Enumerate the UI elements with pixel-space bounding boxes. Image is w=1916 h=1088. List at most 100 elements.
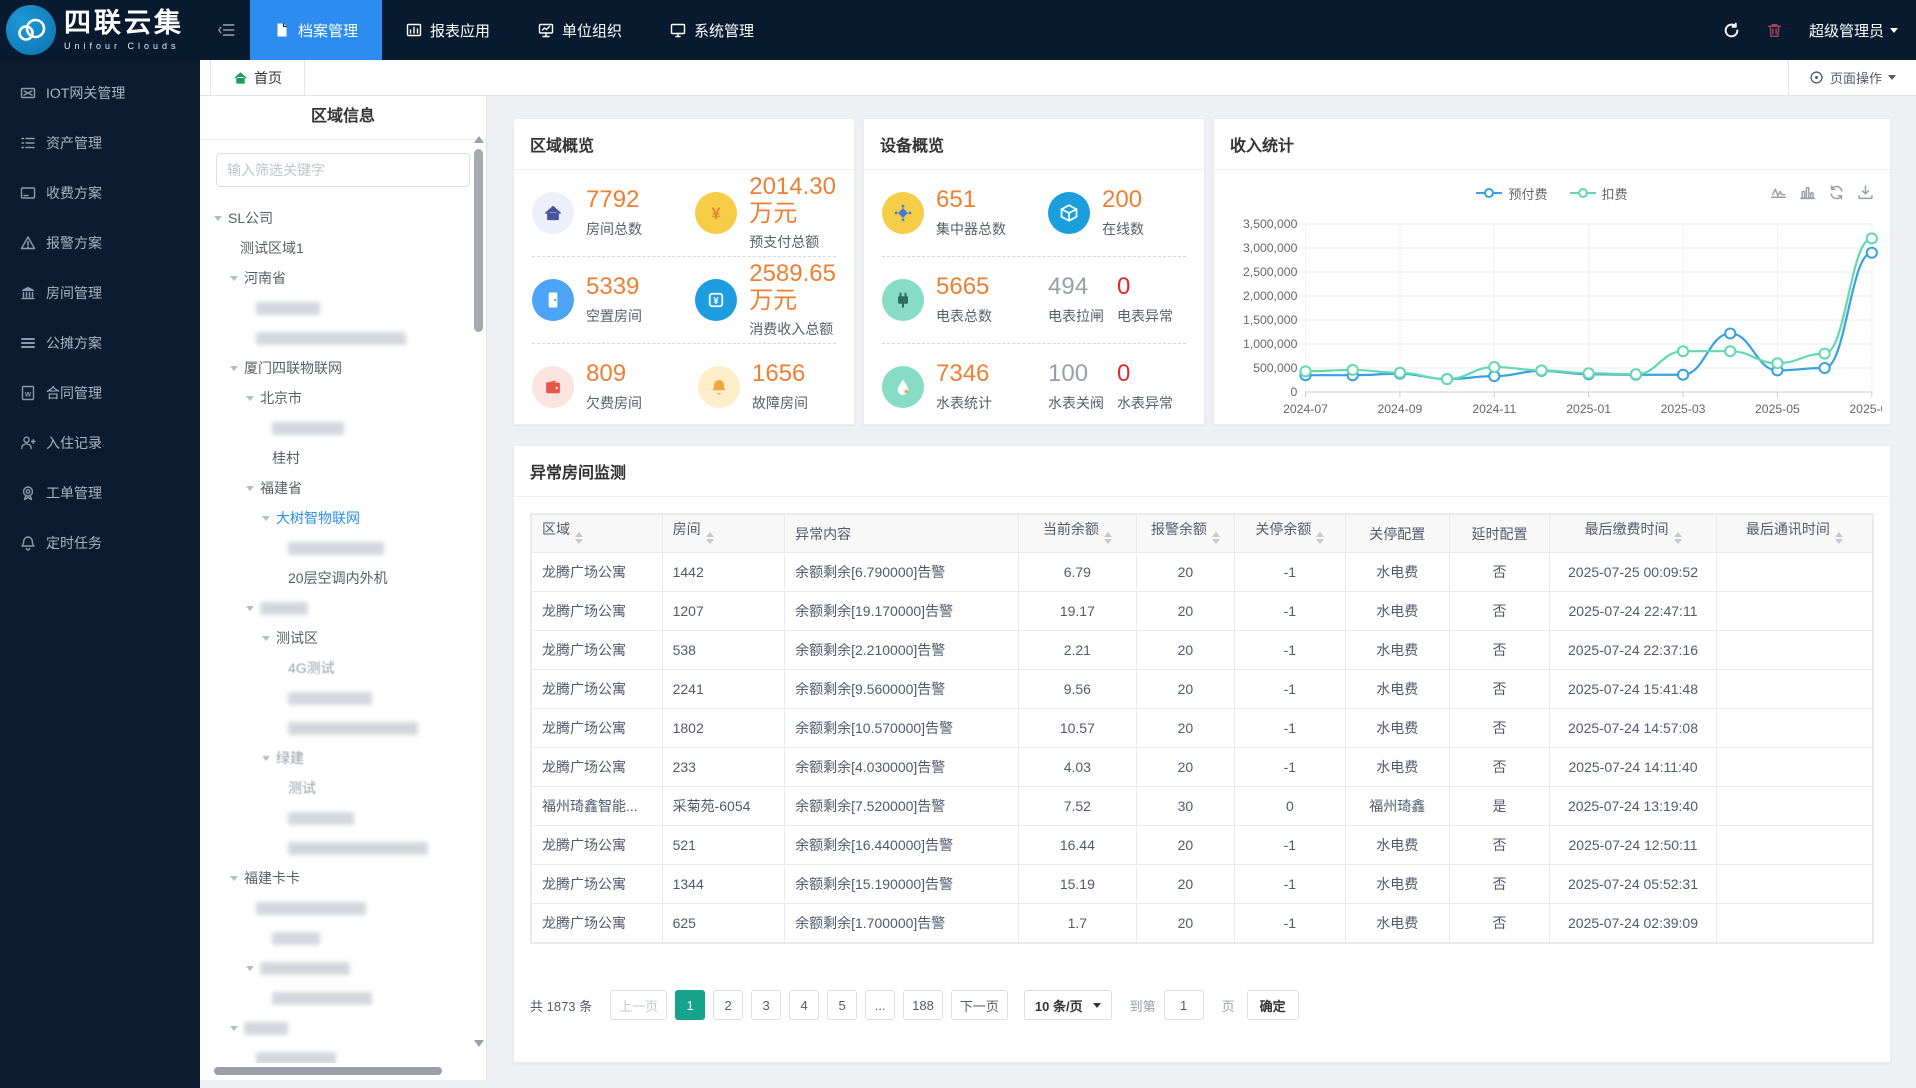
tree-caret-icon[interactable] — [246, 486, 254, 495]
column-header[interactable]: 最后缴费时间 — [1549, 514, 1717, 553]
refresh-icon[interactable] — [1723, 22, 1740, 39]
user-menu[interactable]: 超级管理员 — [1809, 20, 1898, 41]
table-row[interactable]: 龙腾广场公寓 1344 余额剩余[15.190000]告警 15.19 20 -1 水电费否… — [531, 864, 1874, 904]
confirm-button[interactable]: 确定 — [1246, 990, 1299, 1020]
tree-filter-input[interactable] — [216, 153, 470, 187]
next-page-button[interactable]: 下一页 — [950, 990, 1008, 1020]
tree-horizontal-scrollbar[interactable] — [214, 1067, 442, 1075]
sidebar-item[interactable]: 定时任务 — [0, 518, 200, 568]
table-row[interactable]: 龙腾广场公寓 2241 余额剩余[9.560000]告警 9.56 20 -1 水电费否 20… — [531, 669, 1874, 709]
nav-tab-3[interactable]: 单位组织 — [514, 0, 646, 60]
sidebar-item[interactable]: 入住记录 — [0, 418, 200, 468]
tree-item[interactable]: 测试区域1 — [200, 233, 486, 263]
column-header[interactable]: 当前余额 — [1017, 514, 1137, 553]
column-header[interactable]: 区域 — [531, 514, 663, 553]
sidebar-item[interactable]: 公摊方案 — [0, 318, 200, 368]
table-row[interactable]: 龙腾广场公寓 625 余额剩余[1.700000]告警 1.7 20 -1 水电费否 2025… — [531, 903, 1874, 943]
sidebar-item[interactable]: 工单管理 — [0, 468, 200, 518]
tree-item-redacted[interactable] — [200, 833, 486, 863]
table-row[interactable]: 龙腾广场公寓 1802 余额剩余[10.570000]告警 10.57 20 -1 水电费否… — [531, 708, 1874, 748]
sort-icon[interactable] — [1211, 528, 1220, 548]
page-ellipsis[interactable]: ... — [865, 990, 896, 1020]
tree-item-redacted[interactable] — [200, 533, 486, 563]
tree-item[interactable]: 绿建 — [200, 743, 486, 773]
tree-item-redacted[interactable] — [200, 953, 486, 983]
tree-item[interactable]: 4G测试 — [200, 653, 486, 683]
tree-caret-icon[interactable] — [230, 276, 238, 285]
table-row[interactable]: 龙腾广场公寓 1442 余额剩余[6.790000]告警 6.79 20 -1 水电费否 20… — [531, 552, 1874, 592]
tree-item-redacted[interactable] — [200, 293, 486, 323]
nav-tab-2[interactable]: 报表应用 — [382, 0, 514, 60]
column-header[interactable]: 关停余额 — [1233, 514, 1346, 553]
pulse-icon[interactable] — [1770, 184, 1787, 201]
sort-icon[interactable] — [1103, 528, 1112, 548]
page-button-5[interactable]: 5 — [827, 990, 858, 1020]
sidebar-item[interactable]: 报警方案 — [0, 218, 200, 268]
scroll-down-arrow-icon[interactable] — [474, 1040, 484, 1052]
page-button-188[interactable]: 188 — [903, 990, 943, 1020]
sort-icon[interactable] — [1673, 528, 1682, 548]
tree-caret-icon[interactable] — [230, 366, 238, 375]
sort-icon[interactable] — [705, 528, 714, 548]
tree-item-redacted[interactable] — [200, 1043, 486, 1063]
tree-vertical-scrollbar[interactable] — [474, 131, 484, 1052]
goto-page-input[interactable] — [1163, 990, 1204, 1020]
tree-item-redacted[interactable] — [200, 893, 486, 923]
table-row[interactable]: 龙腾广场公寓 1207 余额剩余[19.170000]告警 19.17 20 -1 水电费否… — [531, 591, 1874, 631]
page-button-1[interactable]: 1 — [675, 990, 706, 1020]
collapse-sidebar-icon[interactable] — [218, 21, 236, 39]
tree-item[interactable]: 厦门四联物联网 — [200, 353, 486, 383]
legend-item[interactable]: 扣费 — [1569, 184, 1628, 203]
tree-item[interactable]: 桂村 — [200, 443, 486, 473]
tree-caret-icon[interactable] — [230, 1026, 238, 1035]
sort-icon[interactable] — [1834, 528, 1843, 548]
table-row[interactable]: 福州琦鑫智能... 采菊苑-6054 余额剩余[7.520000]告警 7.52 30 0… — [531, 786, 1874, 826]
tree-item[interactable]: SL公司 — [200, 203, 486, 233]
tree-caret-icon[interactable] — [230, 876, 238, 885]
table-row[interactable]: 龙腾广场公寓 538 余额剩余[2.210000]告警 2.21 20 -1 水电费否 202… — [531, 630, 1874, 670]
page-button-4[interactable]: 4 — [789, 990, 820, 1020]
column-header[interactable]: 房间 — [661, 514, 786, 553]
tree-item-redacted[interactable] — [200, 413, 486, 443]
sidebar-item[interactable]: w 合同管理 — [0, 368, 200, 418]
tree-caret-icon[interactable] — [262, 756, 270, 765]
trash-icon[interactable] — [1766, 22, 1783, 39]
bars-icon[interactable] — [1799, 184, 1816, 201]
tree-caret-icon[interactable] — [246, 606, 254, 615]
tree-item-redacted[interactable] — [200, 323, 486, 353]
sidebar-item[interactable]: IOT网关管理 — [0, 68, 200, 118]
legend-item[interactable]: 预付费 — [1476, 184, 1548, 203]
sidebar-item[interactable]: 房间管理 — [0, 268, 200, 318]
tree-item[interactable]: 测试区 — [200, 623, 486, 653]
tree-item-redacted[interactable] — [200, 593, 486, 623]
sort-icon[interactable] — [1316, 528, 1325, 548]
sort-icon[interactable] — [575, 528, 583, 548]
reload-icon[interactable] — [1828, 184, 1845, 201]
tree-item-redacted[interactable] — [200, 1013, 486, 1043]
tree-caret-icon[interactable] — [262, 516, 270, 525]
prev-page-button[interactable]: 上一页 — [610, 990, 668, 1020]
tree-item-redacted[interactable] — [200, 803, 486, 833]
table-row[interactable]: 龙腾广场公寓 233 余额剩余[4.030000]告警 4.03 20 -1 水电费否 202… — [531, 747, 1874, 787]
tree-caret-icon[interactable] — [262, 636, 270, 645]
tree-item[interactable]: 福建省 — [200, 473, 486, 503]
table-row[interactable]: 龙腾广场公寓 521 余额剩余[16.440000]告警 16.44 20 -1 水电费否 2… — [531, 825, 1874, 865]
tree-item[interactable]: 北京市 — [200, 383, 486, 413]
tree-item-redacted[interactable] — [200, 683, 486, 713]
page-size-select[interactable]: 10 条/页 — [1023, 990, 1112, 1020]
tree-item[interactable]: 大树智物联网 — [200, 503, 486, 533]
nav-tab-1[interactable]: 档案管理 — [250, 0, 383, 60]
column-header[interactable]: 最后通讯时间 — [1715, 514, 1874, 553]
column-header[interactable]: 报警余额 — [1135, 514, 1235, 553]
tree-item-redacted[interactable] — [200, 983, 486, 1013]
sidebar-item[interactable]: 资产管理 — [0, 118, 200, 168]
tree-item[interactable]: 测试 — [200, 773, 486, 803]
page-button-2[interactable]: 2 — [713, 990, 744, 1020]
page-actions-button[interactable]: 页面操作 — [1787, 60, 1916, 95]
tree-item[interactable]: 20层空调内外机 — [200, 563, 486, 593]
tree-caret-icon[interactable] — [246, 966, 254, 975]
download-icon[interactable] — [1857, 184, 1874, 201]
nav-tab-4[interactable]: 系统管理 — [646, 0, 778, 60]
tree-caret-icon[interactable] — [246, 396, 254, 405]
scroll-up-arrow-icon[interactable] — [474, 131, 484, 143]
